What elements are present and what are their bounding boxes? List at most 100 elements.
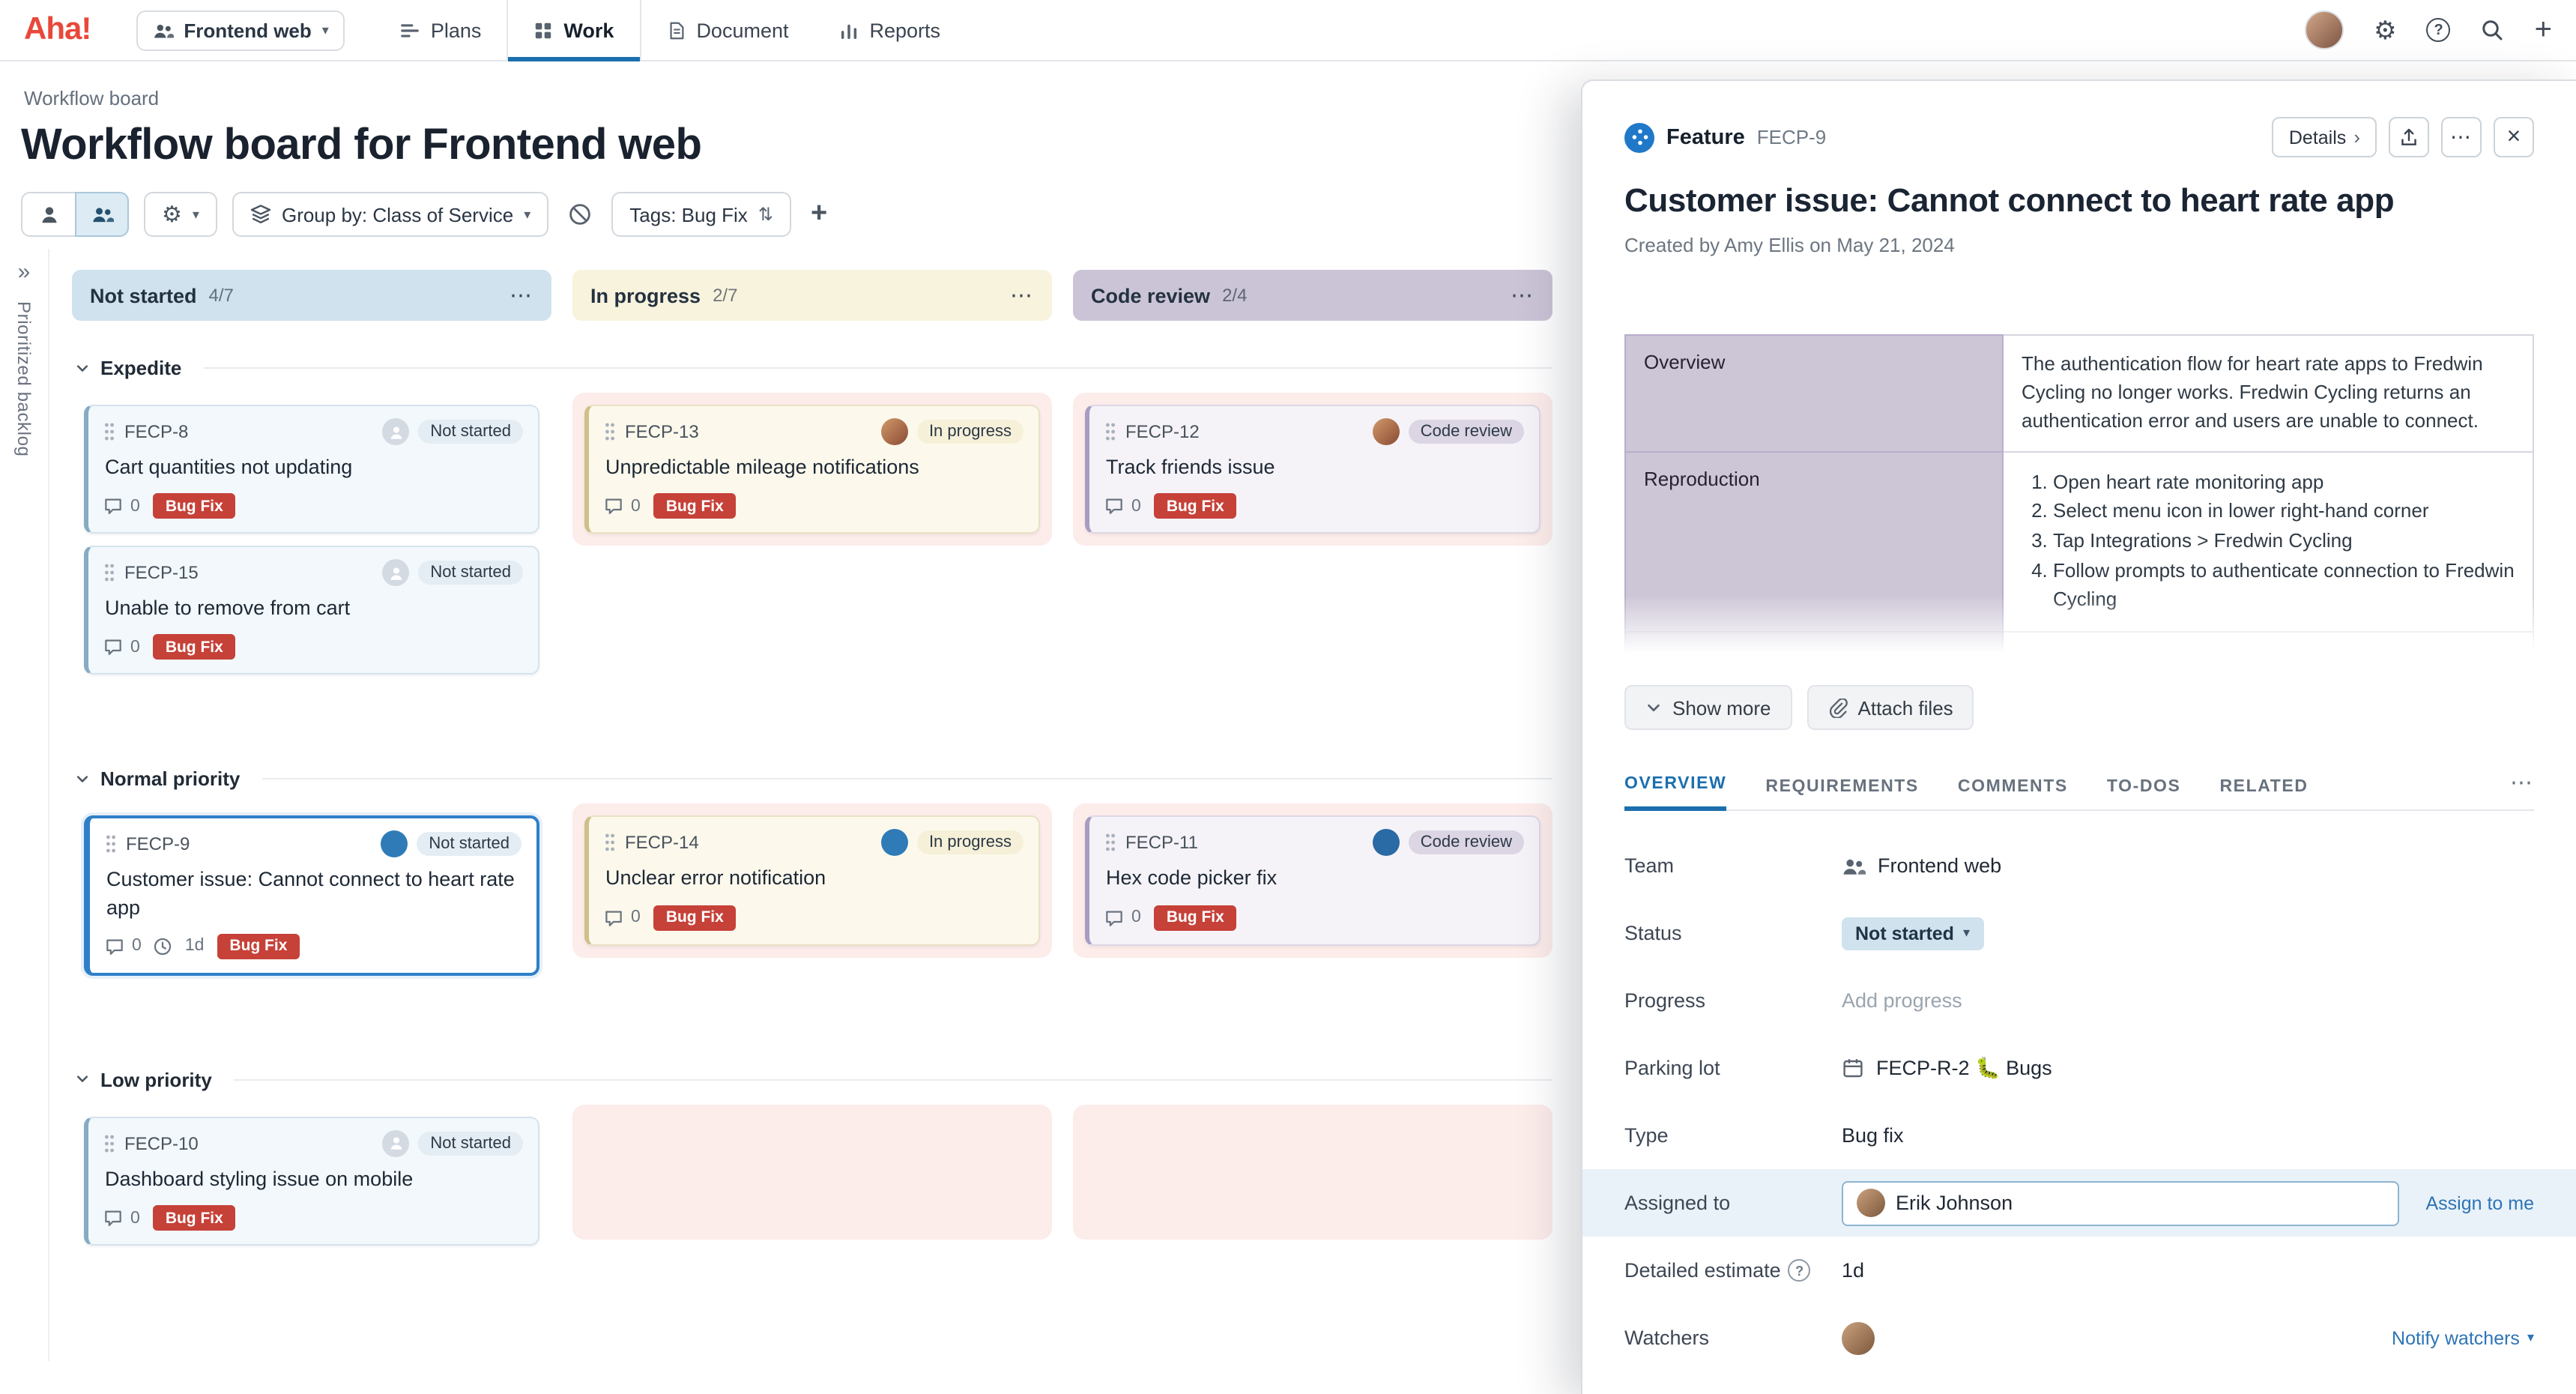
description-table: Overview The authentication flow for hea… bbox=[1624, 334, 2534, 661]
board-settings-button[interactable]: ⚙ ▾ bbox=[144, 192, 217, 237]
board-card[interactable]: FECP-14 In progress Unclear error notifi… bbox=[584, 816, 1040, 945]
board-cell: FECP-9 Not started Customer issue: Canno… bbox=[72, 804, 551, 988]
parking-lot-link[interactable]: FECP-R-2 🐛 Bugs bbox=[1876, 1056, 2052, 1080]
assignee-avatar bbox=[881, 830, 908, 857]
field-label: Parking lot bbox=[1624, 1057, 1842, 1079]
aha-logo[interactable]: Aha! bbox=[24, 12, 91, 48]
card-title: Hex code picker fix bbox=[1106, 866, 1524, 893]
show-more-button[interactable]: Show more bbox=[1624, 685, 1792, 730]
card-status-badge: Not started bbox=[418, 561, 523, 585]
nav-label: Plans bbox=[431, 19, 482, 41]
expand-backlog-icon[interactable]: » bbox=[18, 261, 31, 283]
board-card-selected[interactable]: FECP-9 Not started Customer issue: Canno… bbox=[84, 816, 539, 976]
create-new-button[interactable]: + bbox=[2535, 15, 2552, 45]
board-card[interactable]: FECP-11 Code review Hex code picker fix … bbox=[1085, 816, 1541, 945]
board-card[interactable]: FECP-13 In progress Unpredictable mileag… bbox=[584, 405, 1040, 534]
unassigned-avatar bbox=[382, 1130, 409, 1157]
feature-detail-panel: Feature FECP-9 Details › ⋯ × Customer is… bbox=[1581, 79, 2576, 1394]
drag-handle-icon[interactable] bbox=[103, 421, 115, 442]
tab-todos[interactable]: TO-DOS bbox=[2107, 778, 2181, 809]
comment-icon bbox=[103, 496, 123, 516]
card-id: FECP-13 bbox=[625, 421, 699, 442]
assignee-input[interactable]: Erik Johnson bbox=[1842, 1180, 2399, 1225]
chevron-right-icon: › bbox=[2353, 126, 2360, 148]
comment-icon bbox=[1104, 496, 1124, 516]
board-card[interactable]: FECP-8 Not started Cart quantities not u… bbox=[84, 405, 539, 534]
user-avatar[interactable] bbox=[2305, 10, 2344, 49]
lane-divider bbox=[235, 1079, 1552, 1081]
drag-handle-icon[interactable] bbox=[103, 1133, 115, 1154]
comment-count: 0 bbox=[132, 938, 142, 956]
comment-count: 0 bbox=[631, 497, 641, 515]
card-id: FECP-15 bbox=[124, 562, 199, 583]
tab-overview[interactable]: OVERVIEW bbox=[1624, 775, 1726, 811]
details-button[interactable]: Details › bbox=[2273, 117, 2377, 157]
team-view-button[interactable] bbox=[75, 192, 129, 237]
card-id: FECP-12 bbox=[1125, 421, 1200, 442]
prioritized-backlog-rail[interactable]: » Prioritized backlog bbox=[0, 249, 49, 1361]
drag-handle-icon[interactable] bbox=[105, 834, 117, 855]
workspace-switcher[interactable]: Frontend web ▾ bbox=[136, 10, 345, 50]
tab-related[interactable]: RELATED bbox=[2219, 778, 2308, 809]
lane-label: Low priority bbox=[100, 1069, 212, 1091]
column-menu-button[interactable]: ⋯ bbox=[510, 282, 533, 309]
nav-item-reports[interactable]: Reports bbox=[814, 0, 967, 60]
board-card[interactable]: FECP-12 Code review Track friends issue … bbox=[1085, 405, 1541, 534]
chevron-down-icon[interactable] bbox=[75, 360, 90, 375]
column-menu-button[interactable]: ⋯ bbox=[1010, 282, 1034, 309]
unassigned-avatar bbox=[382, 418, 409, 445]
card-id: FECP-9 bbox=[126, 834, 190, 855]
team-value: Frontend web bbox=[1878, 854, 2001, 877]
chevron-down-icon[interactable] bbox=[75, 772, 90, 787]
nav-item-plans[interactable]: Plans bbox=[375, 0, 507, 60]
drag-handle-icon[interactable] bbox=[1104, 833, 1116, 854]
tab-requirements[interactable]: REQUIREMENTS bbox=[1765, 778, 1919, 809]
status-dropdown[interactable]: Not started ▾ bbox=[1842, 917, 1983, 950]
board-card[interactable]: FECP-10 Not started Dashboard styling is… bbox=[84, 1117, 539, 1246]
assign-to-me-link[interactable]: Assign to me bbox=[2425, 1192, 2534, 1213]
column-menu-button[interactable]: ⋯ bbox=[1511, 282, 1535, 309]
caret-down-icon: ▾ bbox=[1963, 925, 1970, 941]
card-title: Unpredictable mileage notifications bbox=[605, 454, 1024, 481]
nav-item-document[interactable]: Document bbox=[641, 0, 814, 60]
board-cell: FECP-12 Code review Track friends issue … bbox=[1073, 393, 1552, 546]
comment-icon bbox=[1104, 908, 1124, 927]
nav-item-work[interactable]: Work bbox=[507, 0, 641, 60]
more-tabs-button[interactable]: ⋯ bbox=[2510, 769, 2534, 809]
field-parking-lot: Parking lot FECP-R-2 🐛 Bugs bbox=[1624, 1034, 2534, 1102]
help-icon[interactable]: ? bbox=[2427, 18, 2451, 42]
drag-handle-icon[interactable] bbox=[604, 421, 616, 442]
tags-filter-label: Tags: Bug Fix bbox=[629, 203, 748, 226]
caret-down-icon: ▾ bbox=[524, 206, 530, 223]
field-detailed-estimate: Detailed estimate ? 1d bbox=[1624, 1237, 2534, 1304]
watcher-avatar bbox=[1842, 1321, 1875, 1354]
drag-handle-icon[interactable] bbox=[103, 562, 115, 583]
more-actions-button[interactable]: ⋯ bbox=[2441, 117, 2482, 157]
add-progress-placeholder[interactable]: Add progress bbox=[1842, 989, 1962, 1012]
clear-filters-icon[interactable] bbox=[563, 192, 596, 237]
team-icon bbox=[1842, 855, 1866, 876]
card-status-badge: In progress bbox=[917, 831, 1024, 855]
settings-gear-icon[interactable]: ⚙ bbox=[2374, 17, 2397, 43]
main-nav: Plans Work Document Reports bbox=[375, 0, 966, 60]
chevron-down-icon[interactable] bbox=[75, 1072, 90, 1087]
step: Select menu icon in lower right-hand cor… bbox=[2053, 498, 2515, 527]
field-label: Type bbox=[1624, 1124, 1842, 1147]
drag-handle-icon[interactable] bbox=[604, 833, 616, 854]
search-icon[interactable] bbox=[2481, 18, 2505, 42]
attach-files-button[interactable]: Attach files bbox=[1807, 685, 1974, 730]
assignee-view-button[interactable] bbox=[21, 192, 75, 237]
share-button[interactable] bbox=[2389, 117, 2429, 157]
board-card[interactable]: FECP-15 Not started Unable to remove fro… bbox=[84, 546, 539, 675]
drag-handle-icon[interactable] bbox=[1104, 421, 1116, 442]
workspace-name: Frontend web bbox=[184, 19, 311, 41]
notify-watchers-link[interactable]: Notify watchers ▾ bbox=[2392, 1327, 2534, 1348]
group-by-button[interactable]: Group by: Class of Service ▾ bbox=[232, 192, 548, 237]
assignee-name: Erik Johnson bbox=[1896, 1192, 2013, 1214]
close-panel-button[interactable]: × bbox=[2494, 117, 2534, 157]
tab-comments[interactable]: COMMENTS bbox=[1958, 778, 2068, 809]
tags-filter-button[interactable]: Tags: Bug Fix ⇅ bbox=[611, 192, 791, 237]
add-filter-button[interactable]: + bbox=[806, 192, 832, 237]
estimate-value: 1d bbox=[1842, 1259, 1864, 1282]
record-type-label: Feature bbox=[1666, 125, 1745, 149]
